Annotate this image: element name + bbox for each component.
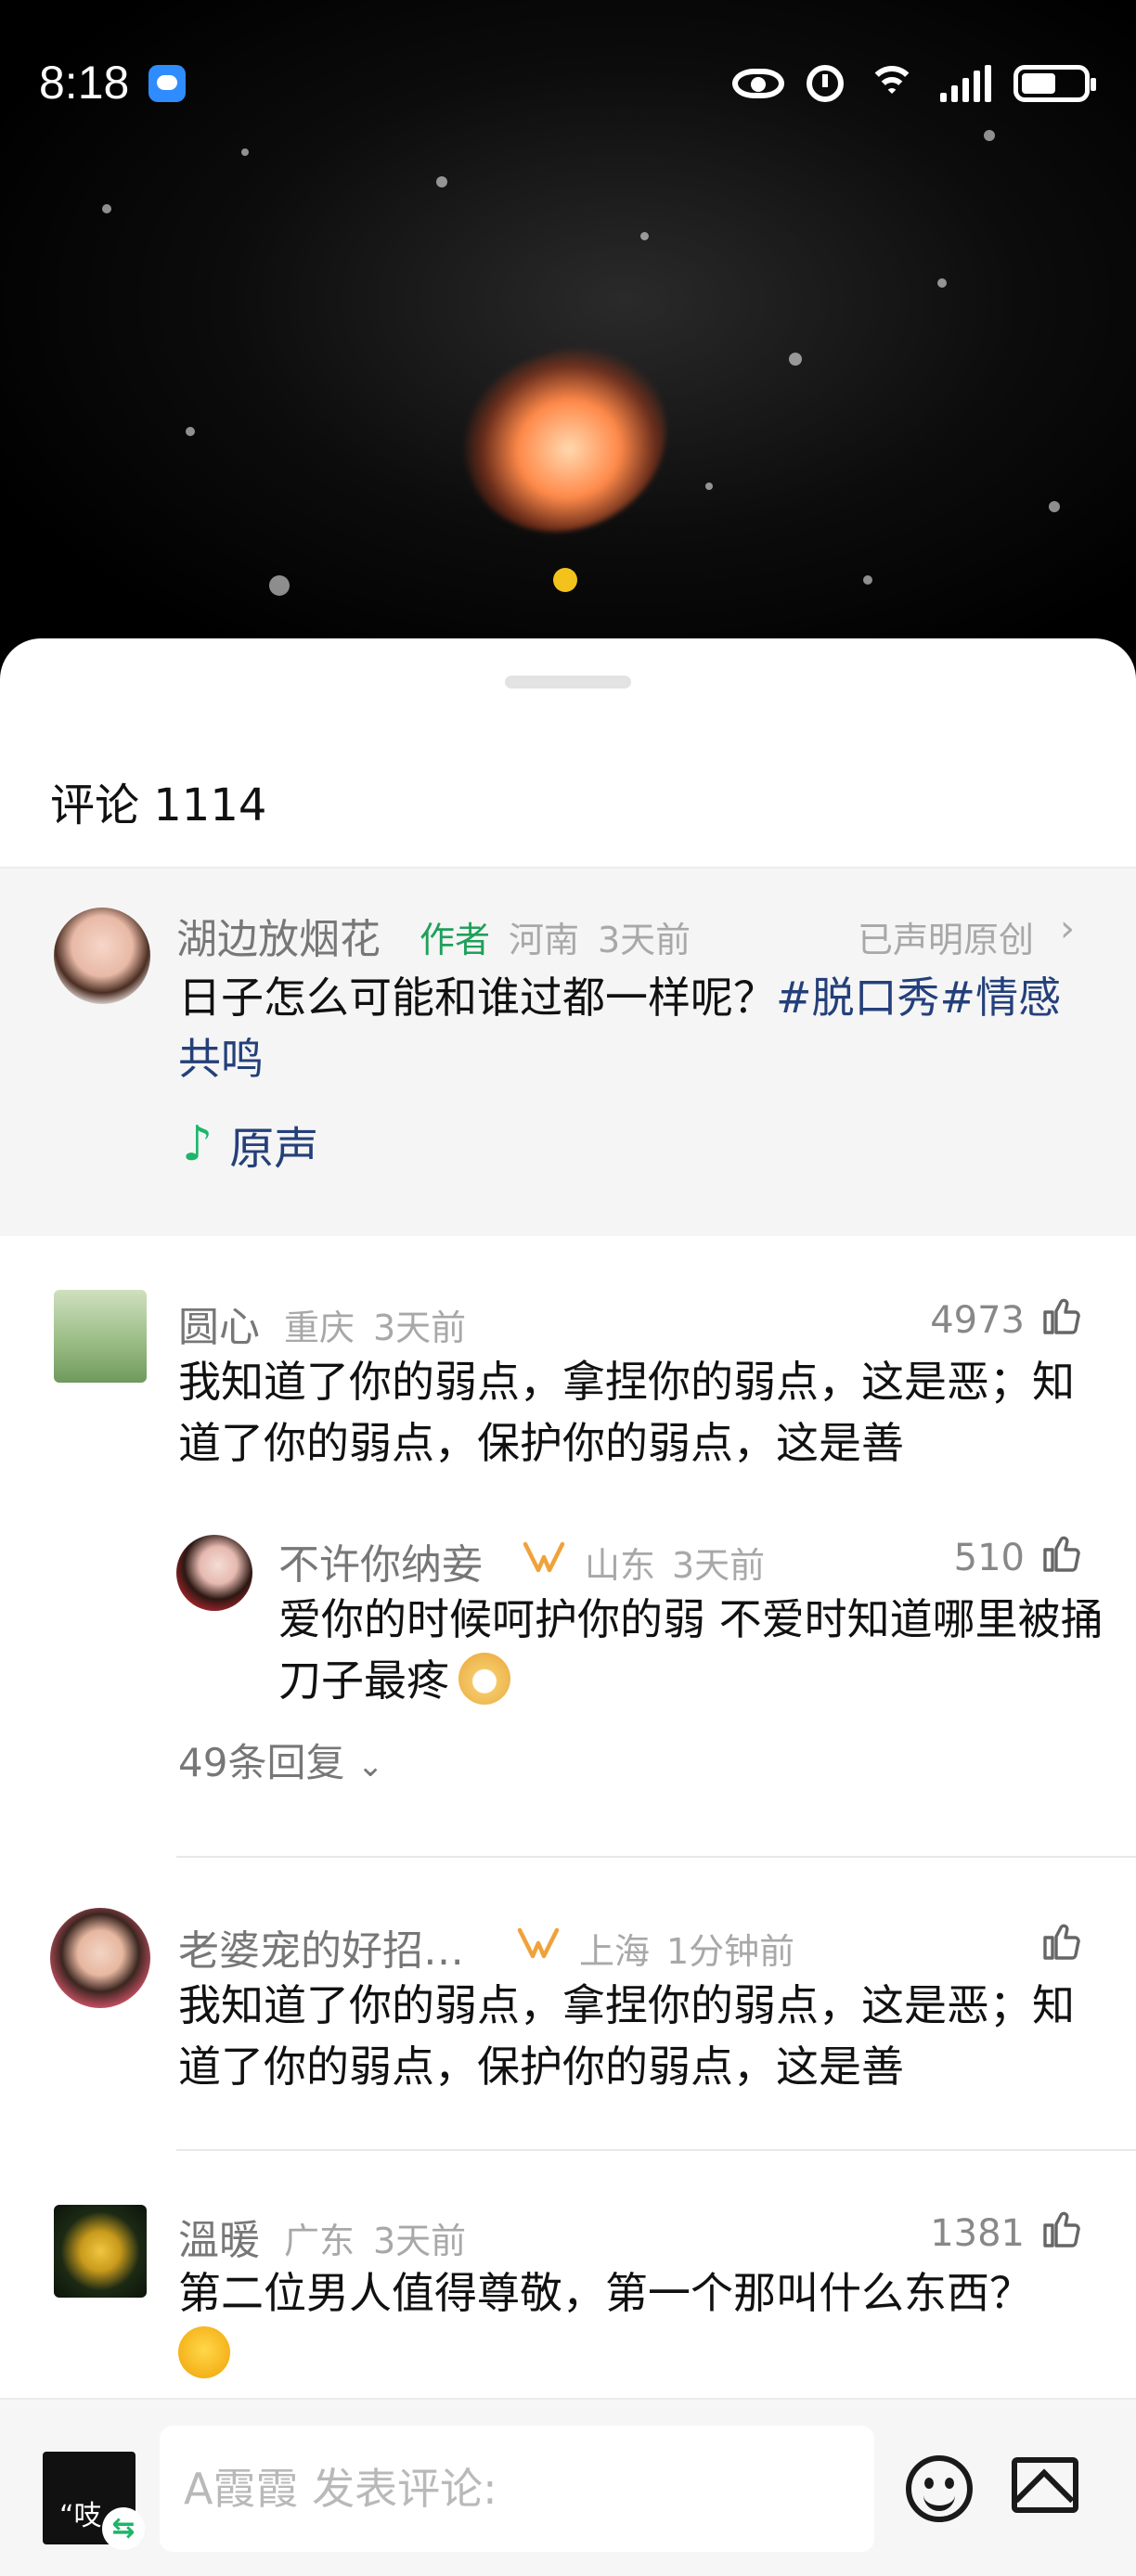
doge-emoji-icon — [458, 1653, 510, 1705]
comment-like-count: 4973 — [930, 1299, 1025, 1342]
comment-location: 上海 — [579, 1931, 651, 1972]
wifi-icon — [866, 62, 918, 105]
comments-sheet: 评论 1114 湖边放烟花 作者 河南 3天前 已声明原创 › 日子怎么可能和谁… — [0, 638, 1136, 2576]
snow-particle — [705, 483, 713, 490]
author-location: 河南 — [509, 920, 580, 960]
reply-count-label: 49条回复 — [178, 1740, 345, 1785]
snow-particle — [937, 278, 947, 288]
chevron-down-icon: ⌄ — [356, 1747, 384, 1784]
author-post: 湖边放烟花 作者 河南 3天前 已声明原创 › 日子怎么可能和谁过都一样呢？#脱… — [0, 869, 1136, 1236]
eye-icon — [732, 69, 784, 98]
commenter-avatar[interactable] — [54, 1290, 147, 1383]
snow-particle — [640, 232, 649, 240]
original-sound[interactable]: ♪ 原声 — [182, 1112, 318, 1177]
music-note-icon: ♪ — [182, 1116, 213, 1172]
comment-text-content: 第二位男人值得尊敬，第一个那叫什么东西？ — [178, 2268, 1032, 2318]
author-time: 3天前 — [598, 920, 691, 960]
comment-time: 1分钟前 — [666, 1931, 795, 1972]
alarm-icon — [807, 65, 844, 102]
comment-time: 3天前 — [373, 2221, 467, 2261]
system-icons — [732, 58, 1096, 109]
snow-particle — [789, 353, 802, 366]
avatar-text: “吱 — [59, 2500, 102, 2532]
commenter-username[interactable]: 老婆宠的好招… — [178, 1917, 464, 1977]
commenter-username[interactable]: 溫暖 — [178, 2207, 260, 2266]
thumbs-up-icon[interactable] — [1039, 2207, 1084, 2251]
author-caption: 日子怎么可能和谁过都一样呢？#脱口秀#情感共鸣 — [178, 967, 1097, 1089]
author-tag: 作者 — [420, 920, 491, 960]
message-notification-icon — [148, 65, 186, 102]
video-emoji-sticker — [553, 568, 577, 592]
cell-signal-icon — [940, 65, 991, 102]
original-sound-label: 原声 — [229, 1123, 319, 1175]
comment-text: 我知道了你的弱点，拿捏你的弱点，这是恶；知道了你的弱点，保护你的弱点，这是善 — [178, 1357, 1075, 1468]
smiley-icon[interactable] — [906, 2455, 973, 2522]
thumbs-up-icon[interactable] — [1039, 1294, 1084, 1338]
battery-icon — [1013, 65, 1096, 102]
commenter-avatar[interactable] — [50, 1908, 150, 2008]
comment-input-bar: A霞霞 发表评论: — [0, 2398, 1136, 2576]
snow-particle — [102, 204, 111, 213]
author-avatar[interactable] — [54, 908, 150, 1004]
comment-text: 我知道了你的弱点，拿捏你的弱点，这是恶；知道了你的弱点，保护你的弱点，这是善 — [178, 1980, 1075, 2092]
snow-particle — [1049, 501, 1060, 512]
vip-badge-icon — [516, 1925, 561, 1962]
thumbs-up-icon[interactable] — [1039, 1531, 1084, 1576]
comment-text: 第二位男人值得尊敬，第一个那叫什么东西？ — [178, 2262, 1116, 2385]
chevron-right-icon[interactable]: › — [1060, 908, 1075, 950]
sheet-drag-handle[interactable] — [505, 676, 631, 689]
image-icon[interactable] — [1012, 2457, 1078, 2513]
caption-text: 日子怎么可能和谁过都一样呢？ — [178, 972, 776, 1023]
reply-like-count: 510 — [953, 1537, 1025, 1579]
commenter-username[interactable]: 圆心 — [178, 1294, 260, 1353]
comment-location: 重庆 — [284, 1307, 355, 1348]
snow-particle — [863, 575, 872, 585]
author-username[interactable]: 湖边放烟花 — [176, 906, 381, 965]
status-time: 8:18 — [39, 57, 130, 109]
reply-location: 山东 — [585, 1545, 656, 1586]
video-subject — [442, 325, 691, 557]
comment-input[interactable]: A霞霞 发表评论: — [160, 2426, 874, 2552]
vip-badge-icon — [522, 1539, 566, 1576]
comments-title: 评论 1114 — [50, 779, 267, 831]
originality-label[interactable]: 已声明原创 — [858, 911, 1034, 962]
view-replies-button[interactable]: 49条回复 ⌄ — [178, 1732, 383, 1788]
reply-username[interactable]: 不许你纳妾 — [278, 1531, 483, 1591]
snow-particle — [269, 575, 290, 596]
laughing-emoji-icon — [178, 2326, 230, 2378]
divider — [176, 2149, 1136, 2151]
comment-time: 3天前 — [373, 1307, 467, 1348]
thumbs-up-icon[interactable] — [1039, 1919, 1084, 1964]
reply-text: 爱你的时候呵护你的弱 不爱时知道哪里被捅刀子最疼 — [278, 1589, 1104, 1711]
reply-time: 3天前 — [672, 1545, 766, 1586]
hashtag-talkshow[interactable]: #脱口秀 — [776, 972, 940, 1023]
divider — [176, 1856, 1136, 1858]
snow-particle — [436, 176, 447, 187]
switch-account-icon[interactable]: ⇆ — [102, 2507, 145, 2550]
reply-text-content: 爱你的时候呵护你的弱 不爱时知道哪里被捅刀子最疼 — [278, 1594, 1104, 1706]
reply-avatar[interactable] — [176, 1535, 252, 1611]
comment-like-count: 1381 — [930, 2212, 1025, 2255]
comment-location: 广东 — [284, 2221, 355, 2261]
snow-particle — [186, 427, 195, 436]
commenter-avatar[interactable] — [54, 2205, 147, 2298]
status-bar: 8:18 — [0, 0, 1136, 167]
